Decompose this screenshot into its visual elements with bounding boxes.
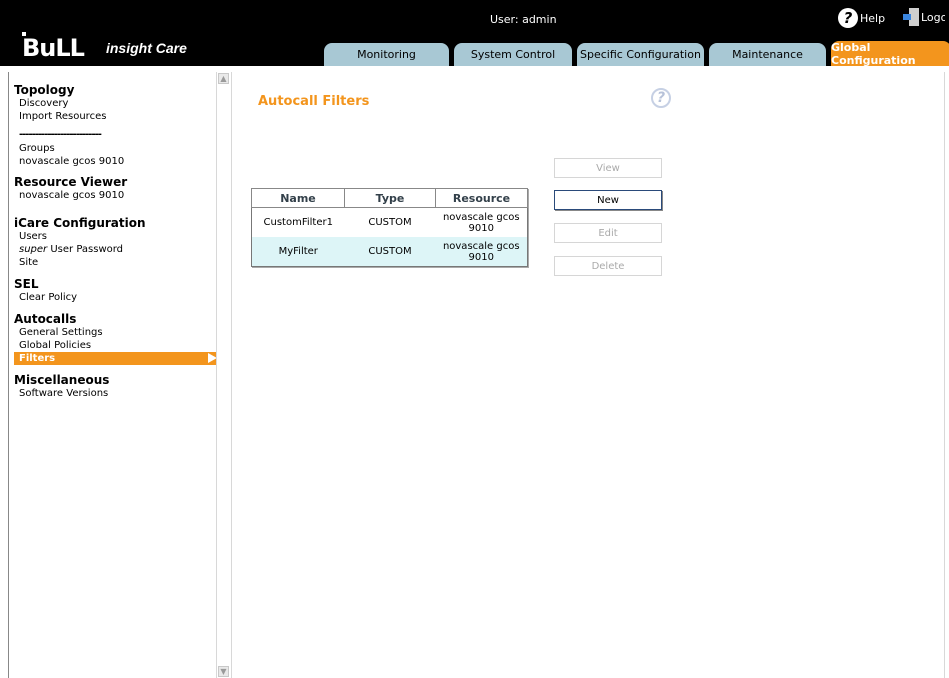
sidebar-nav: Topology Discovery Import Resources ----… — [8, 72, 217, 678]
resource-line1: novascale gcos — [442, 211, 520, 223]
main-scrollbar[interactable] — [944, 72, 949, 678]
sidebar-item-software-versions[interactable]: Software Versions — [19, 387, 217, 400]
resource-line2: 9010 — [468, 222, 494, 234]
sidebar-item-import-resources[interactable]: Import Resources — [19, 110, 217, 123]
sidebar-item-clear-policy[interactable]: Clear Policy — [19, 291, 217, 304]
table-row[interactable]: MyFilter CUSTOM novascale gcos 9010 — [251, 237, 528, 267]
help-label: Help — [860, 11, 886, 25]
filters-table: Name Type Resource CustomFilter1 CUSTOM … — [251, 188, 528, 267]
delete-button[interactable]: Delete — [554, 256, 662, 276]
logout-label: Logout — [921, 10, 945, 24]
column-header-resource[interactable]: Resource — [435, 188, 528, 208]
sidebar-item-general-settings[interactable]: General Settings — [19, 326, 217, 339]
sidebar-heading-autocalls: Autocalls — [14, 312, 77, 326]
cell-name: MyFilter — [251, 237, 345, 267]
super-prefix: super — [19, 244, 48, 255]
tab-global-configuration[interactable]: Global Configuration — [831, 41, 949, 67]
tab-maintenance[interactable]: Maintenance — [709, 43, 826, 66]
page-help-icon[interactable]: ? — [651, 88, 671, 108]
logout-icon — [903, 8, 919, 26]
sidebar-section-sel: SEL Clear Policy — [14, 277, 217, 304]
logout-link[interactable]: Logout — [903, 8, 945, 26]
scroll-down-icon[interactable]: ▼ — [218, 666, 229, 677]
product-name: insight Care — [105, 40, 187, 56]
sidebar-heading-sel: SEL — [14, 277, 39, 291]
cell-type: CUSTOM — [344, 237, 436, 267]
sidebar-section-icare: iCare Configuration Users super User Pas… — [14, 216, 217, 269]
column-header-type[interactable]: Type — [344, 188, 436, 208]
table-row[interactable]: CustomFilter1 CUSTOM novascale gcos 9010 — [252, 208, 528, 238]
table-header-row: Name Type Resource — [251, 188, 528, 208]
super-rest: User Password — [47, 244, 124, 255]
sidebar-item-viewer-resource[interactable]: novascale gcos 9010 — [19, 189, 217, 202]
page-title: Autocall Filters — [258, 94, 370, 109]
sidebar-heading-icare: iCare Configuration — [14, 216, 146, 230]
sidebar-heading-misc: Miscellaneous — [14, 373, 110, 387]
column-header-name[interactable]: Name — [251, 188, 345, 208]
sidebar-item-global-policies[interactable]: Global Policies — [19, 339, 217, 352]
cell-resource: novascale gcos 9010 — [436, 208, 528, 238]
resource-line2: 9010 — [468, 251, 494, 263]
help-link[interactable]: ? Help — [838, 8, 885, 28]
sidebar-section-misc: Miscellaneous Software Versions — [14, 373, 217, 400]
scroll-up-icon[interactable]: ▲ — [218, 73, 229, 84]
current-user-label: User: admin — [490, 13, 557, 26]
sidebar-item-discovery[interactable]: Discovery — [19, 97, 217, 110]
sidebar-section-topology: Topology Discovery Import Resources ----… — [14, 83, 217, 168]
cell-resource: novascale gcos 9010 — [435, 237, 528, 267]
sidebar-scrollbar[interactable]: ▲ ▼ — [216, 72, 232, 678]
resource-line1: novascale gcos — [442, 240, 520, 252]
sidebar-heading-resource-viewer: Resource Viewer — [14, 175, 128, 189]
sidebar-heading-topology: Topology — [14, 83, 75, 97]
cell-name: CustomFilter1 — [263, 217, 333, 228]
sidebar-item-filters-label: Filters — [19, 353, 56, 364]
help-icon: ? — [838, 8, 858, 28]
main-tabs: Monitoring System Control Specific Confi… — [324, 41, 949, 67]
sidebar-section-autocalls: Autocalls General Settings Global Polici… — [14, 312, 217, 365]
sidebar-item-super-user-password[interactable]: super User Password — [19, 243, 217, 256]
tab-monitoring[interactable]: Monitoring — [324, 43, 449, 66]
bull-logo: BuLL insight Care — [22, 32, 187, 62]
edit-button[interactable]: Edit — [554, 223, 662, 243]
logo-mark: BuLL — [22, 32, 85, 62]
sidebar-item-topology-resource[interactable]: novascale gcos 9010 — [19, 155, 217, 168]
app-header: BuLL insight Care User: admin ? Help Log… — [0, 0, 949, 67]
cell-type: CUSTOM — [368, 217, 412, 228]
sidebar-item-filters[interactable]: Filters — [14, 352, 217, 365]
sidebar-separator: -------------------------- — [19, 129, 102, 140]
sidebar-item-users[interactable]: Users — [19, 230, 217, 243]
sidebar-item-site[interactable]: Site — [19, 256, 217, 269]
tab-system-control[interactable]: System Control — [454, 43, 572, 66]
sidebar-section-resource-viewer: Resource Viewer novascale gcos 9010 — [14, 175, 217, 202]
sidebar-item-groups[interactable]: Groups — [19, 142, 217, 155]
tab-specific-configuration[interactable]: Specific Configuration — [577, 43, 704, 66]
view-button[interactable]: View — [554, 158, 662, 178]
new-button[interactable]: New — [554, 190, 662, 210]
